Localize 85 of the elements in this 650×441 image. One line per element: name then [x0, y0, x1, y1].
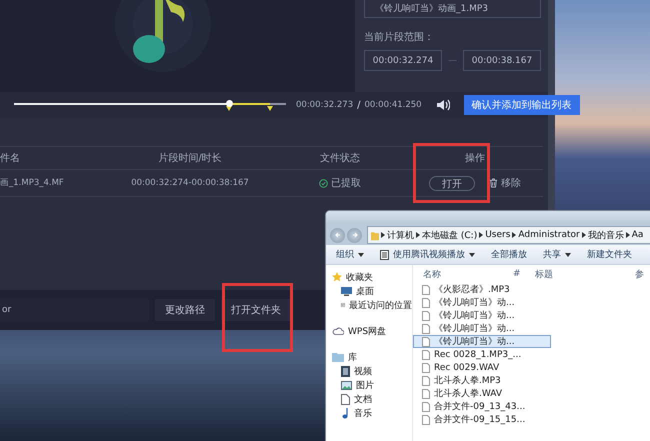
toolbar-button[interactable]: 组织 [336, 248, 364, 261]
nav-item[interactable]: 图片 [326, 378, 412, 392]
column-header[interactable]: 参 [635, 268, 644, 280]
document-icon [380, 250, 389, 260]
file-item[interactable]: 《火影忍者》.MP3 [413, 283, 551, 296]
file-item[interactable]: Rec 0029.WAV [413, 361, 551, 374]
volume-icon[interactable] [436, 99, 450, 111]
open-button[interactable]: 打开 [429, 176, 475, 190]
file-item[interactable]: 《铃儿响叮当》动... [413, 309, 551, 322]
breadcrumb-item[interactable]: 计算机 [387, 228, 414, 242]
chevron-right-icon [479, 232, 484, 238]
check-circle-icon [319, 178, 328, 188]
file-item[interactable]: 合并文件-09_15_15... [413, 413, 551, 426]
music-note-icon [341, 408, 350, 418]
toolbar-button[interactable]: 使用腾讯视频播放 [380, 248, 475, 261]
column-header: 片段时间/时长 [157, 152, 223, 165]
file-item[interactable]: 《铃儿响叮当》动... [413, 322, 551, 335]
folder-icon [371, 230, 379, 240]
caret-icon [358, 252, 364, 256]
status-text: 已提取 [331, 177, 361, 190]
change-path-button[interactable]: 更改路径 [155, 299, 215, 321]
nav-item[interactable]: WPS网盘 [326, 324, 412, 338]
highlight-frame [222, 283, 293, 352]
open-folder-button[interactable]: 打开文件夹 [221, 299, 291, 321]
toolbar-button[interactable]: 共享 [543, 248, 571, 261]
picture-icon [341, 380, 352, 390]
seek-track[interactable] [14, 100, 286, 110]
nav-item[interactable]: 桌面 [326, 284, 412, 298]
total-time: 00:00:41.250 [364, 100, 422, 110]
column-header[interactable]: # [513, 269, 535, 279]
seek-thumb[interactable] [226, 100, 233, 107]
file-item[interactable]: 北斗杀人拳.MP3 [413, 374, 551, 387]
back-arrow-icon [334, 231, 342, 239]
nav-item[interactable]: 库 [326, 350, 412, 364]
recent-places-icon [341, 300, 345, 310]
chevron-right-icon [626, 232, 630, 238]
chevron-right-icon [512, 232, 516, 238]
range-end-field[interactable]: 00:00:38.167 [463, 50, 541, 71]
file-item[interactable]: 合并文件-09_13_43... [413, 400, 551, 413]
cloud-icon [332, 327, 344, 335]
file-item[interactable]: Rec 0028_1.MP3_... [413, 348, 551, 361]
breadcrumb-item[interactable]: Aa [632, 230, 644, 240]
file-item[interactable]: 北斗杀人拳.WAV [413, 387, 551, 400]
range-label: 当前片段范围： [364, 30, 435, 44]
forward-arrow-icon [350, 231, 358, 239]
table-cell-text: 画_1.MP3_4.MF [0, 177, 65, 189]
star-icon [332, 272, 342, 282]
chevron-right-icon [381, 232, 385, 238]
file-item[interactable]: 《铃儿响叮当》动... [413, 335, 551, 348]
caret-icon [469, 252, 475, 256]
column-header[interactable]: 名称 [423, 268, 513, 280]
trash-icon[interactable] [489, 178, 498, 188]
column-header: 文件状态 [319, 152, 361, 165]
nav-item[interactable]: 收藏夹 [326, 270, 412, 284]
breadcrumb-item[interactable]: 我的音乐 [588, 228, 624, 242]
column-header[interactable]: 标题 [535, 268, 635, 280]
chevron-right-icon [582, 232, 586, 238]
range-separator: — [448, 56, 457, 66]
column-header: 操作 [464, 152, 486, 165]
remove-link[interactable]: 移除 [501, 176, 521, 190]
breadcrumb-item[interactable]: Administrator [518, 230, 580, 240]
range-start-field[interactable]: 00:00:32.274 [364, 50, 442, 71]
film-icon [341, 366, 350, 376]
breadcrumb-item[interactable]: Users [485, 230, 510, 240]
file-item[interactable]: 《铃儿响叮当》动... [413, 296, 551, 309]
document-icon [341, 394, 350, 404]
column-header: 件名 [0, 152, 21, 165]
nav-item[interactable]: 视频 [326, 364, 412, 378]
table-cell-text: 00:00:32:274-00:00:38:167 [130, 178, 250, 188]
monitor-icon [341, 286, 352, 296]
file-name-field[interactable]: 《铃儿响叮当》动画_1.MP3 [364, 0, 541, 18]
nav-item[interactable]: 文档 [326, 392, 412, 406]
toolbar-button[interactable]: 新建文件夹 [587, 248, 632, 261]
toolbar-button[interactable]: 全部播放 [491, 248, 527, 261]
library-icon [332, 352, 344, 362]
confirm-add-button[interactable]: 确认并添加到输出列表 [464, 95, 580, 115]
caret-icon [565, 252, 571, 256]
nav-item[interactable]: 音乐 [326, 406, 412, 420]
nav-item[interactable]: 最近访问的位置 [326, 298, 412, 312]
breadcrumb-item[interactable]: 本地磁盘 (C:) [422, 228, 478, 242]
current-time: 00:00:32.273 [296, 100, 354, 110]
output-path-field[interactable]: or [0, 299, 149, 321]
chevron-right-icon [416, 232, 420, 238]
time-separator: / [357, 100, 360, 110]
address-bar[interactable]: 计算机 本地磁盘 (C:) Users Administrator 我的音乐 Aa [367, 226, 650, 244]
